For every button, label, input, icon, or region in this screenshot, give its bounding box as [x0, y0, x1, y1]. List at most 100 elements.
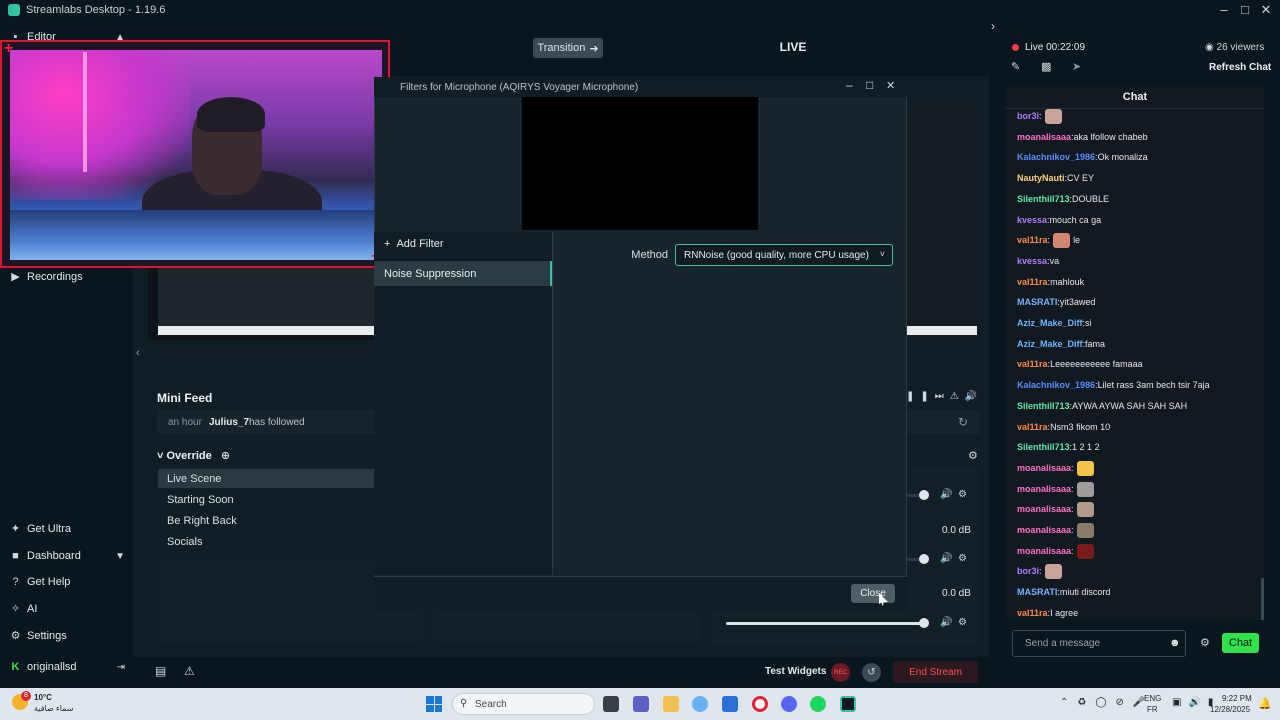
store-icon[interactable]	[722, 696, 738, 712]
chat-username[interactable]: val11ra	[1017, 608, 1048, 618]
refresh-feed-icon[interactable]: ↻	[958, 415, 968, 429]
feed-user[interactable]: Julius_7	[209, 417, 249, 428]
scene-item[interactable]: Socials	[158, 532, 374, 551]
speaker-icon[interactable]: 🔊	[940, 617, 952, 628]
chat-username[interactable]: Aziz_Make_Diff	[1017, 318, 1083, 328]
lang-secondary[interactable]: FR	[1147, 705, 1158, 714]
file-explorer-icon[interactable]	[663, 696, 679, 712]
chat-username[interactable]: kvessa	[1017, 215, 1047, 225]
gear-icon[interactable]: ⚙	[958, 489, 967, 500]
nav-settings[interactable]: ⚙ Settings	[10, 627, 125, 645]
rec-button[interactable]: REC	[831, 663, 850, 682]
nav-dashboard[interactable]: ■ Dashboard ▼	[10, 547, 125, 565]
chat-username[interactable]: val11ra	[1017, 422, 1048, 432]
scenes-collapse-icon[interactable]: ˅	[157, 450, 163, 462]
spotify-icon[interactable]	[810, 696, 826, 712]
chat-username[interactable]: moanalisaaa	[1017, 504, 1071, 514]
chat-username[interactable]: val11ra	[1017, 235, 1048, 245]
scene-item[interactable]: Live Scene	[158, 469, 374, 488]
chat-username[interactable]: Silenthill713	[1017, 442, 1070, 452]
alert-icon[interactable]: ⚠	[184, 664, 195, 678]
speaker-icon[interactable]: 🔊	[940, 553, 952, 564]
clock-time[interactable]: 9:22 PM	[1222, 694, 1252, 703]
emoji-icon[interactable]: ☻	[1169, 637, 1181, 649]
opera-icon[interactable]	[752, 696, 768, 712]
volume-slider[interactable]	[726, 622, 926, 625]
nav-get-help[interactable]: ? Get Help	[10, 573, 125, 591]
replay-buffer-icon[interactable]: ↺	[862, 663, 881, 682]
mixer-settings-icon[interactable]: ⚙	[968, 449, 978, 462]
refresh-chat-button[interactable]: Refresh Chat	[1209, 62, 1271, 73]
chat-username[interactable]: moanalisaaa	[1017, 484, 1071, 494]
close-window-icon[interactable]: ✕	[1258, 2, 1274, 18]
chat-username[interactable]: bor3i	[1017, 111, 1039, 121]
chevron-down-icon[interactable]: ▼	[115, 551, 125, 562]
chat-username[interactable]: Kalachnikov_1986	[1017, 380, 1095, 390]
chat-username[interactable]: moanalisaaa	[1017, 132, 1071, 142]
gear-icon[interactable]: ⚙	[958, 553, 967, 564]
chat-username[interactable]: moanalisaaa	[1017, 463, 1071, 473]
chat-username[interactable]: Kalachnikov_1986	[1017, 152, 1095, 162]
scene-item[interactable]: Be Right Back	[158, 511, 374, 530]
chat-username[interactable]: val11ra	[1017, 277, 1048, 287]
clock-date[interactable]: 12/28/2025	[1210, 705, 1250, 714]
method-select[interactable]: RNNoise (good quality, more CPU usage) ˅	[675, 244, 893, 266]
chat-settings-icon[interactable]: ⚙	[1200, 636, 1210, 649]
logout-icon[interactable]: ⇥	[117, 662, 125, 673]
edit-icon[interactable]: ✎	[1011, 60, 1020, 73]
chat-username[interactable]: Silenthill713	[1017, 401, 1070, 411]
close-dialog-icon[interactable]: ✕	[886, 79, 895, 92]
tray-icons[interactable]: ⌃♻◯⊘🎤	[1060, 697, 1154, 708]
speaker-icon[interactable]: 🔊	[940, 489, 952, 500]
scene-item[interactable]: Starting Soon	[158, 490, 374, 509]
media-controls[interactable]: ❚❚⏭⚠🔊	[906, 391, 983, 402]
nav-user[interactable]: K originallsd ⇥	[10, 658, 125, 676]
share-icon[interactable]: ➤	[1072, 60, 1081, 73]
teams-icon[interactable]	[633, 696, 649, 712]
volume-knob[interactable]	[919, 618, 929, 628]
end-stream-button[interactable]: End Stream	[893, 661, 978, 683]
expand-chat-icon[interactable]: ›	[991, 19, 995, 33]
chat-username[interactable]: NautyNauti	[1017, 173, 1065, 183]
collapse-left-icon[interactable]: ‹	[136, 347, 140, 359]
transition-button[interactable]: Transition ➜	[533, 38, 603, 58]
add-scene-icon[interactable]: ⊕	[221, 450, 230, 462]
copilot-icon[interactable]	[692, 696, 708, 712]
chat-username[interactable]: MASRATI	[1017, 297, 1057, 307]
volume-knob[interactable]	[919, 490, 929, 500]
taskbar-search[interactable]: ⚲ Search	[452, 693, 595, 715]
close-button[interactable]: Close	[851, 584, 895, 603]
lang-primary[interactable]: ENG	[1144, 694, 1161, 703]
chat-send-button[interactable]: Chat	[1222, 633, 1259, 653]
nav-ai[interactable]: ✧ AI	[10, 600, 125, 618]
streamlabs-taskbar-icon[interactable]	[840, 696, 856, 712]
clipboard-icon[interactable]: ▩	[1041, 60, 1051, 73]
performance-icon[interactable]: ▤	[155, 664, 166, 678]
chat-username[interactable]: bor3i	[1017, 566, 1039, 576]
chat-input[interactable]: Send a message ☻	[1012, 630, 1186, 657]
chat-username[interactable]: Silenthill713	[1017, 194, 1070, 204]
chat-username[interactable]: MASRATI	[1017, 587, 1057, 597]
chat-username[interactable]: kvessa	[1017, 256, 1047, 266]
maximize-icon[interactable]: □	[1237, 2, 1253, 18]
chat-username[interactable]: Aziz_Make_Diff	[1017, 339, 1083, 349]
minimize-icon[interactable]: –	[846, 78, 853, 92]
add-filter-button[interactable]: + Add Filter	[384, 237, 444, 251]
test-widgets-button[interactable]: Test Widgets	[765, 666, 826, 677]
notifications-icon[interactable]: 🔔	[1258, 697, 1272, 710]
minimize-icon[interactable]: –	[1216, 2, 1232, 18]
nav-get-ultra[interactable]: ✦ Get Ultra	[10, 520, 125, 538]
chat-username[interactable]: val11ra	[1017, 359, 1048, 369]
windows-start-icon[interactable]	[426, 696, 442, 712]
chat-username[interactable]: moanalisaaa	[1017, 546, 1071, 556]
maximize-icon[interactable]: □	[866, 78, 873, 92]
volume-knob[interactable]	[919, 554, 929, 564]
chat-username[interactable]: moanalisaaa	[1017, 525, 1071, 535]
task-view-icon[interactable]	[603, 696, 619, 712]
chat-scrollbar[interactable]	[1261, 578, 1264, 620]
discord-icon[interactable]	[781, 696, 797, 712]
corner-handle-icon[interactable]: +	[4, 41, 13, 57]
nav-recordings[interactable]: ▶ Recordings	[10, 268, 125, 286]
gear-icon[interactable]: ⚙	[958, 617, 967, 628]
filter-item-noise-suppression[interactable]: Noise Suppression	[374, 261, 552, 286]
